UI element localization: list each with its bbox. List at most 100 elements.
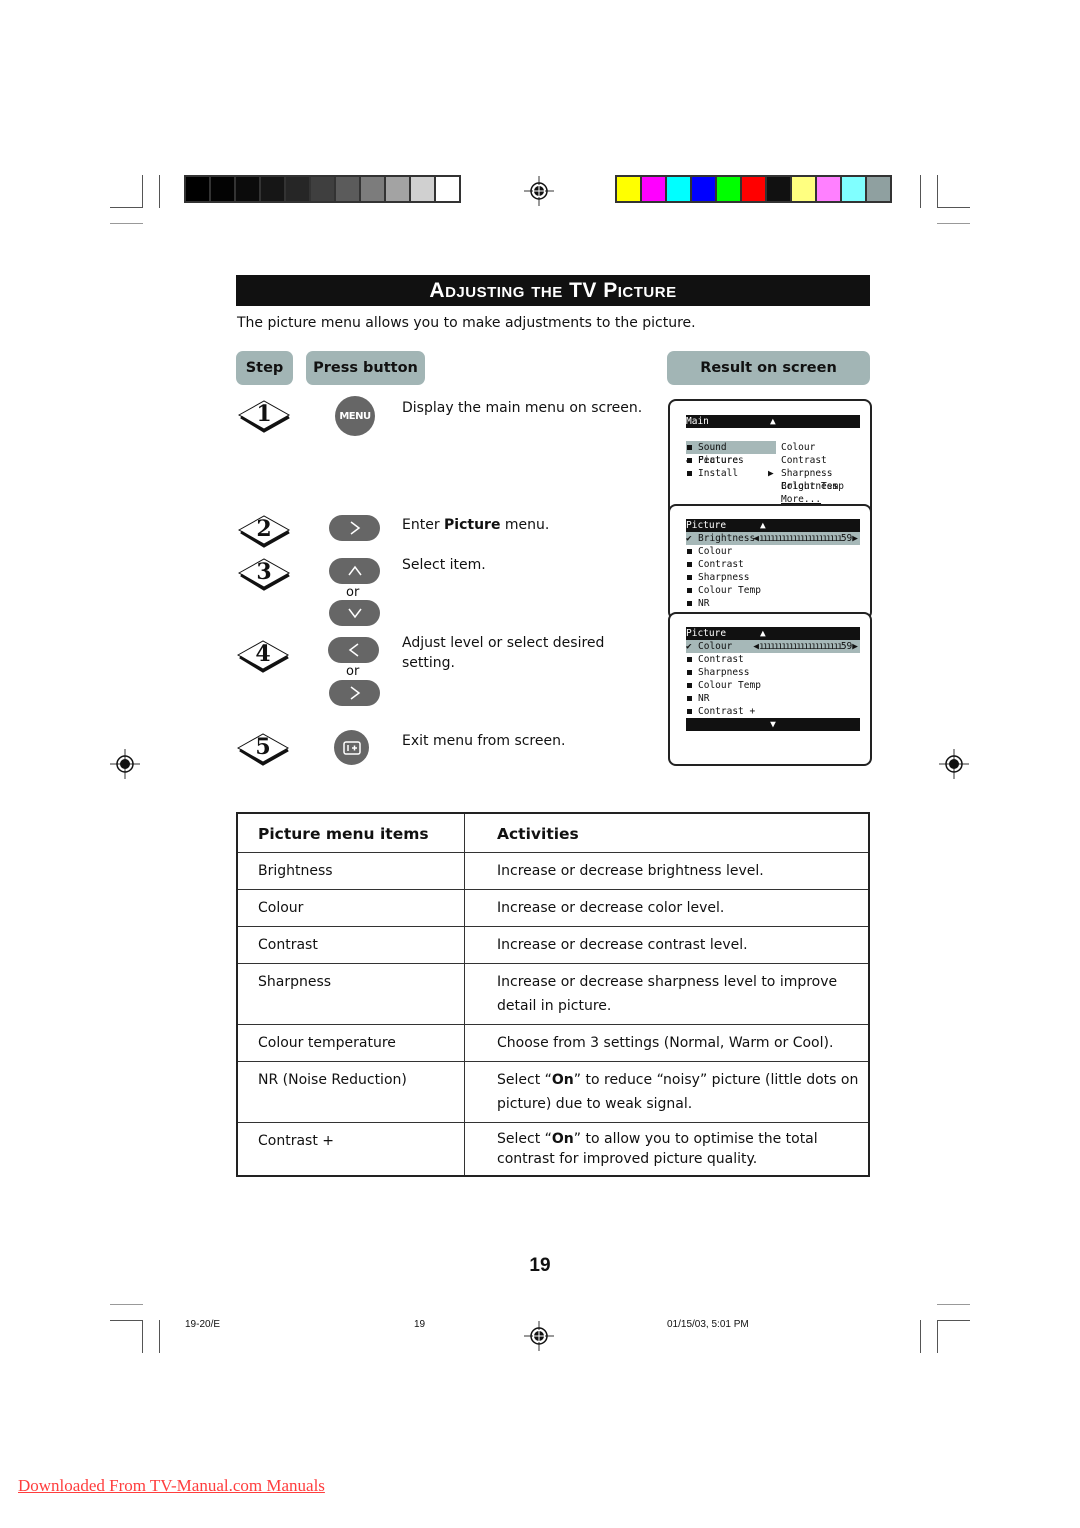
osd-item: Colour Temp [686,679,860,692]
crop-mark [920,175,921,208]
osd-item: Sharpness [686,571,860,584]
registration-mark-icon [110,749,140,779]
table-row: Colour temperature Choose from 3 settings… [236,1024,870,1062]
step-4-description: Adjust level or select desired setting. [402,635,605,671]
right-arrow-button [329,680,380,706]
intro-text: The picture menu allows you to make adju… [237,315,696,331]
crop-mark [159,1320,160,1353]
crop-mark [937,223,970,224]
osd-item: NR [686,597,860,610]
step-number-4: 4 [236,639,290,673]
osd-item: Contrast [686,653,860,666]
osd-header: Main ▲ [686,415,860,428]
table-header-items: Picture menu items [236,812,465,853]
table-row: Colour Increase or decrease color level. [236,889,870,927]
chevron-up-icon [347,565,362,576]
step-number-3: 3 [237,557,291,591]
color-swatch [792,177,815,201]
chevron-left-icon [348,643,358,657]
table-header-activities: Activities [464,812,870,853]
osd-item: Install Sharpness [686,467,860,480]
color-swatch [767,177,790,201]
color-swatch [436,177,459,201]
registration-mark-icon [524,1321,554,1351]
crop-mark [937,1304,970,1305]
footer-page: 19 [414,1319,426,1330]
crop-mark [142,175,143,208]
menu-button: MENU [335,396,375,436]
picture-menu-table: Picture menu items Activities Brightness… [236,812,870,1177]
color-swatch [692,177,715,201]
registration-mark-icon [939,749,969,779]
crop-mark [920,1320,921,1353]
level-slider: ◀ıııııııııııııııııııııı59▶ [753,641,858,652]
color-swatch [717,177,740,201]
step-1-description: Display the main menu on screen. [402,400,643,416]
step-2-description: Enter Picture menu. [402,517,550,533]
chevron-right-icon [350,521,360,535]
crop-mark [142,1320,143,1353]
table-row: Brightness Increase or decrease brightnes… [236,852,870,890]
crop-mark [110,1304,143,1305]
step-5-description: Exit menu from screen. [402,733,566,749]
table-row: Contrast + Select “On” to allow you to op… [236,1122,870,1177]
color-swatch [386,177,409,201]
osd-item: Sharpness [686,666,860,679]
color-swatch [311,177,334,201]
osd-item: NR [686,692,860,705]
color-swatch [286,177,309,201]
osd-list: ✔Picture ▶ Brightness [686,428,860,492]
osd-header: Picture ▲ [686,627,860,640]
step-number-1: 1 [237,399,291,433]
step-3-description: Select item. [402,557,486,573]
download-source-link[interactable]: Downloaded From TV-Manual.com Manuals [18,1476,325,1496]
crop-mark [110,1320,143,1321]
crop-mark [937,207,970,208]
osd-item: Contrast + [686,705,860,718]
crop-mark [110,207,143,208]
level-slider: ◀ıııııııııııııııııııııı59▶ [753,533,858,544]
crop-mark [937,175,938,208]
color-calibration-bar [615,175,892,203]
osd-selected-item: ✔ Colour ◀ıııııııııııııııııııııı59▶ [686,640,860,653]
osd-screen-picture-brightness: Picture ▲ ✔ Brightness ◀ııııııııııııııııııı… [668,504,872,620]
column-header-press-button: Press button [306,351,425,385]
page-number: 19 [529,1255,551,1276]
table-row: Sharpness Increase or decrease sharpness … [236,963,870,1025]
or-label: or [346,585,360,600]
table-header-row: Picture menu items Activities [236,812,870,853]
footer-file-id: 19-20/E [185,1319,221,1330]
footer-timestamp: 01/15/03, 5:01 PM [667,1319,749,1330]
osd-header: Picture ▲ [686,519,860,532]
osd-item: Sound Colour [686,441,860,454]
osd-screen-picture-colour: Picture ▲ ✔ Colour ◀ıııııııııııııııııııııı5… [668,612,872,766]
color-swatch [817,177,840,201]
color-swatch [211,177,234,201]
osd-selected-item: ✔ Brightness ◀ıııııııııııııııııııııı59▶ [686,532,860,545]
column-header-result: Result on screen [667,351,870,385]
osd-footer: ▼ [686,718,860,731]
color-swatch [617,177,640,201]
osd-item: Colour Temp [686,584,860,597]
color-swatch [261,177,284,201]
crop-mark [937,1320,970,1321]
osd-button [334,730,369,765]
down-arrow-button [329,600,380,626]
column-header-step: Step [236,351,293,385]
crop-mark [159,175,160,208]
color-swatch [336,177,359,201]
osd-info-icon [342,740,361,755]
osd-screen-main: Main▲ ✔Picture ▶ Brightness SoundColour … [668,399,872,521]
table-row: NR (Noise Reduction) Select “On” to reduc… [236,1061,870,1123]
page-title: Adjusting the TV Picture [236,275,870,306]
color-swatch [411,177,434,201]
color-swatch [867,177,890,201]
up-arrow-button [329,558,380,584]
right-arrow-button [329,515,380,541]
step-number-5: 5 [236,732,290,766]
osd-item: Colour [686,545,860,558]
osd-item: Contrast [686,558,860,571]
color-swatch [842,177,865,201]
color-swatch [667,177,690,201]
crop-mark [110,223,143,224]
